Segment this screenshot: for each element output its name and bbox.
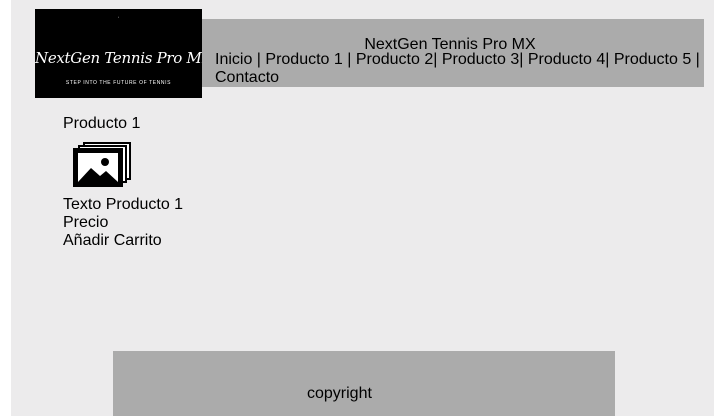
nav-link-producto-5[interactable]: Producto 5 <box>614 51 691 68</box>
nav-link-producto-1[interactable]: Producto 1 <box>265 51 342 68</box>
logo-mark: • <box>117 15 120 19</box>
nav-link-producto-2[interactable]: Producto 2 <box>356 51 433 68</box>
main-nav: Inicio | Producto 1 | Producto 2| Produc… <box>215 51 700 86</box>
footer-bar <box>113 351 615 416</box>
logo-script-text: NextGen Tennis Pro Mx <box>35 49 202 67</box>
nav-link-inicio[interactable]: Inicio <box>215 51 252 68</box>
nav-link-producto-4[interactable]: Producto 4 <box>528 51 605 68</box>
site-logo[interactable]: • NextGen Tennis Pro Mx STEP INTO THE FU… <box>35 9 202 98</box>
add-to-cart-link[interactable]: Añadir Carrito <box>63 232 162 250</box>
product-title: Producto 1 <box>63 115 141 132</box>
nav-link-contacto[interactable]: Contacto <box>215 69 279 86</box>
product-description: Texto Producto 1 <box>63 196 184 213</box>
logo-tagline: STEP INTO THE FUTURE OF TENNIS <box>65 80 172 86</box>
product-price: Precio <box>63 214 109 231</box>
image-gallery-icon <box>73 141 133 187</box>
footer-copyright: copyright <box>307 385 372 402</box>
nav-link-producto-3[interactable]: Producto 3 <box>442 51 519 68</box>
